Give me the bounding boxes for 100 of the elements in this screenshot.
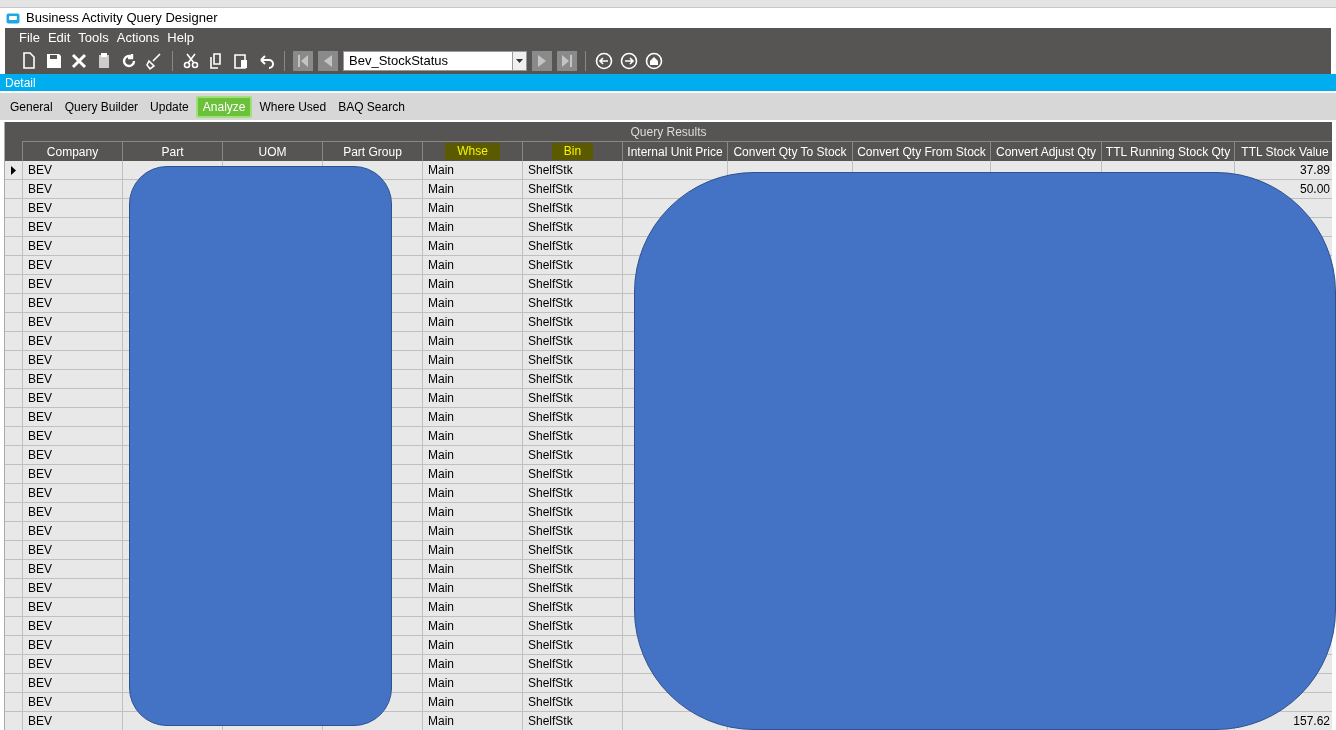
table-cell: ShelfStk	[523, 370, 623, 389]
table-cell: Main	[423, 693, 523, 712]
first-record-icon	[296, 54, 310, 68]
table-cell: Main	[423, 446, 523, 465]
tab[interactable]: General	[5, 95, 58, 118]
table-cell: Main	[423, 522, 523, 541]
table-cell: Main	[423, 389, 523, 408]
table-cell: ShelfStk	[523, 161, 623, 180]
table-cell: BEV	[23, 579, 123, 598]
app-icon	[6, 12, 20, 24]
row-header[interactable]	[5, 161, 23, 180]
current-row-indicator-icon	[11, 165, 16, 175]
table-cell: ShelfStk	[523, 579, 623, 598]
table-cell: Main	[423, 503, 523, 522]
table-cell: BEV	[23, 275, 123, 294]
table-cell: Main	[423, 237, 523, 256]
caret-icon	[516, 59, 523, 63]
table-cell: Main	[423, 579, 523, 598]
table-cell: Main	[423, 161, 523, 180]
table-cell: Main	[423, 560, 523, 579]
table-cell: Main	[423, 370, 523, 389]
table-cell: BEV	[23, 465, 123, 484]
table-cell: BEV	[23, 218, 123, 237]
table-cell: ShelfStk	[523, 218, 623, 237]
table-cell: Main	[423, 465, 523, 484]
table-cell: Main	[423, 617, 523, 636]
previous-record-button[interactable]	[318, 51, 338, 71]
table-cell: ShelfStk	[523, 351, 623, 370]
table-cell: BEV	[23, 351, 123, 370]
table-cell: ShelfStk	[523, 256, 623, 275]
table-cell: BEV	[23, 161, 123, 180]
next-record-button[interactable]	[532, 51, 552, 71]
table-cell: ShelfStk	[523, 294, 623, 313]
table-cell: Main	[423, 598, 523, 617]
table-cell: ShelfStk	[523, 199, 623, 218]
table-cell: Main	[423, 218, 523, 237]
last-record-icon	[560, 54, 574, 68]
table-cell: ShelfStk	[523, 332, 623, 351]
home-icon[interactable]	[644, 51, 664, 71]
query-id-combobox[interactable]: Bev_StockStatus	[343, 51, 527, 71]
table-cell: Main	[423, 294, 523, 313]
table-cell: BEV	[23, 313, 123, 332]
tab[interactable]: Query Builder	[59, 95, 144, 118]
table-cell: BEV	[23, 294, 123, 313]
broom-icon[interactable]	[144, 51, 164, 71]
last-record-button[interactable]	[557, 51, 577, 71]
table-cell: ShelfStk	[523, 389, 623, 408]
table-cell: Main	[423, 199, 523, 218]
table-cell: Main	[423, 180, 523, 199]
table-cell: BEV	[23, 427, 123, 446]
table-cell: Main	[423, 351, 523, 370]
table-cell: ShelfStk	[523, 313, 623, 332]
menu-item[interactable]: Help	[167, 28, 195, 48]
table-cell: BEV	[23, 541, 123, 560]
table-cell: ShelfStk	[523, 522, 623, 541]
tab[interactable]: Update	[145, 95, 194, 118]
table-cell: Main	[423, 332, 523, 351]
table-cell: BEV	[23, 370, 123, 389]
panel-title: Detail	[5, 74, 36, 92]
table-cell: ShelfStk	[523, 617, 623, 636]
table-cell: ShelfStk	[523, 275, 623, 294]
table-cell: BEV	[23, 484, 123, 503]
table-cell: ShelfStk	[523, 237, 623, 256]
table-cell: BEV	[23, 408, 123, 427]
table-cell: BEV	[23, 503, 123, 522]
table-cell: BEV	[23, 617, 123, 636]
table-cell: Main	[423, 275, 523, 294]
table-cell: Main	[423, 541, 523, 560]
table-cell: BEV	[23, 199, 123, 218]
table-cell: Main	[423, 674, 523, 693]
table-cell: ShelfStk	[523, 598, 623, 617]
table-cell: BEV	[23, 655, 123, 674]
table-cell: BEV	[23, 560, 123, 579]
menu-item[interactable]: File	[19, 28, 40, 48]
table-cell: ShelfStk	[523, 484, 623, 503]
column-header[interactable]: Bin	[551, 143, 594, 160]
menu-item[interactable]: Actions	[116, 28, 160, 48]
table-cell: ShelfStk	[523, 655, 623, 674]
column-header[interactable]: Whse	[445, 143, 500, 160]
delete-icon[interactable]	[69, 51, 89, 71]
table-cell: BEV	[23, 446, 123, 465]
menu-item[interactable]: Edit	[47, 28, 71, 48]
save-icon[interactable]	[44, 51, 64, 71]
table-cell: ShelfStk	[523, 693, 623, 712]
table-cell: Main	[423, 408, 523, 427]
grid-title: Query Results	[630, 123, 707, 141]
tab[interactable]: BAQ Search	[333, 95, 410, 118]
table-cell: BEV	[23, 180, 123, 199]
table-cell: ShelfStk	[523, 560, 623, 579]
table-cell: BEV	[23, 237, 123, 256]
menu-item[interactable]: Tools	[78, 28, 109, 48]
table-cell: Main	[423, 256, 523, 275]
tab[interactable]: Where Used	[254, 95, 332, 118]
scissors-icon[interactable]	[181, 51, 201, 71]
table-cell: BEV	[23, 636, 123, 655]
table-cell: Main	[423, 427, 523, 446]
window-title: Business Activity Query Designer	[26, 9, 218, 28]
table-cell: ShelfStk	[523, 408, 623, 427]
first-record-button[interactable]	[293, 51, 313, 71]
table-cell: BEV	[23, 598, 123, 617]
